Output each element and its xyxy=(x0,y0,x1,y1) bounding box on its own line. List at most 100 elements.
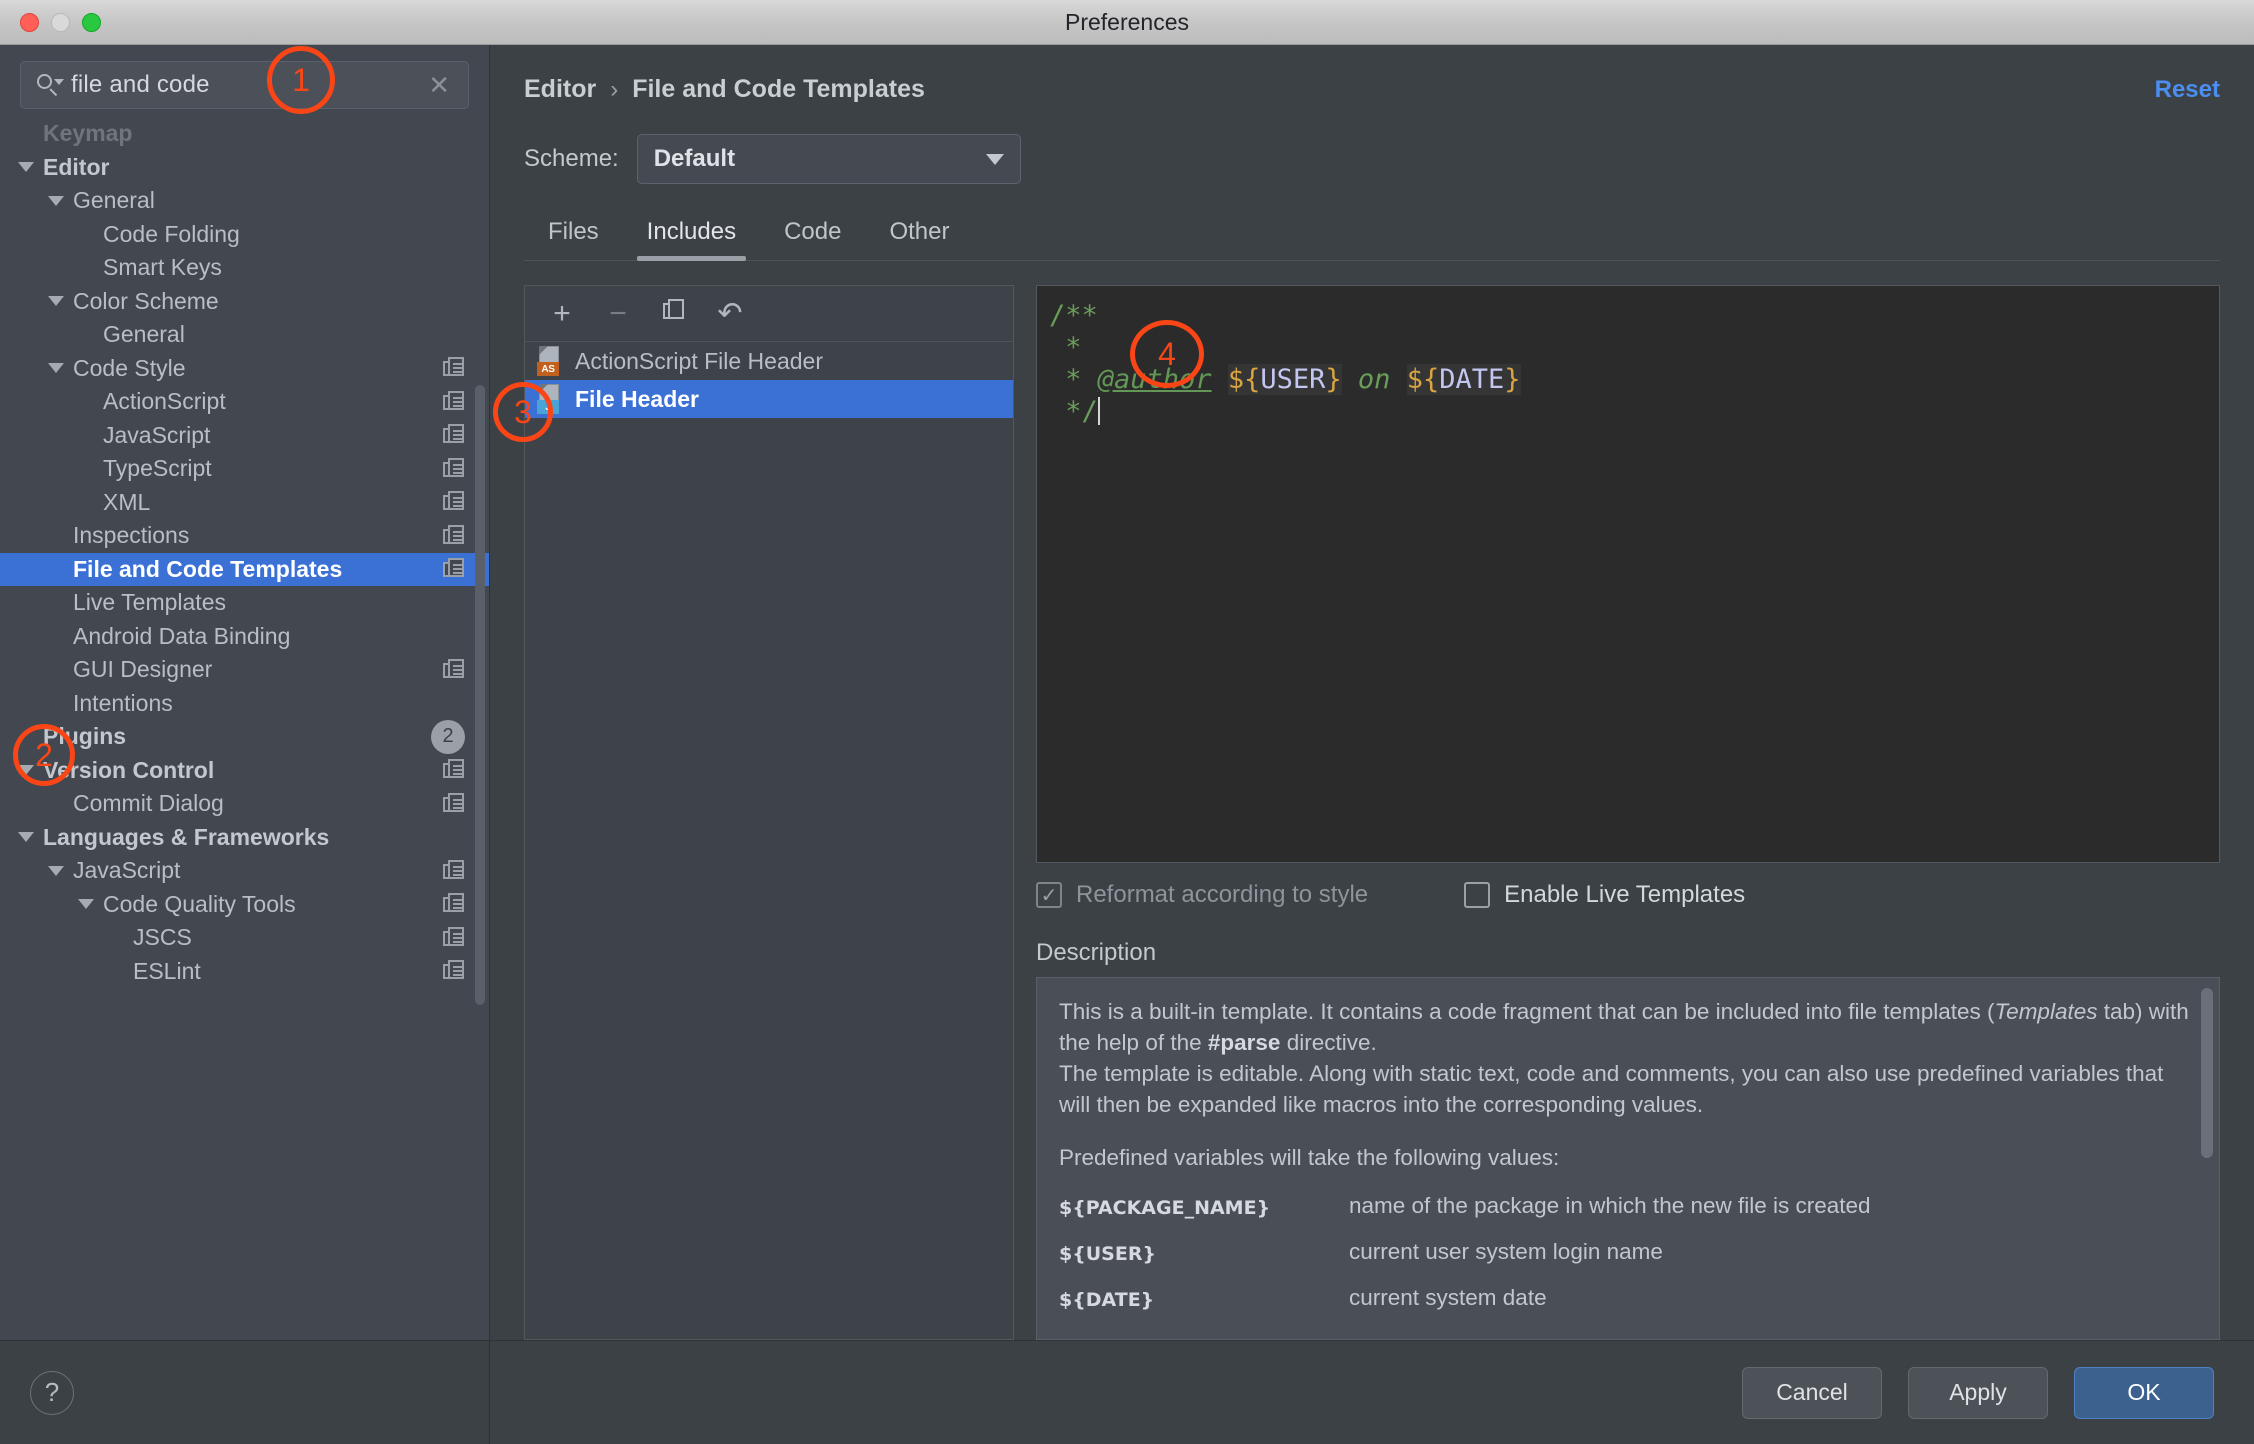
copy-icon[interactable] xyxy=(443,759,465,781)
list-item[interactable]: J File Header xyxy=(525,380,1013,418)
sidebar-item-commit-dialog[interactable]: Commit Dialog xyxy=(0,787,489,821)
sidebar-item-keymap[interactable]: Keymap xyxy=(0,117,489,151)
variable-name: ${DATE} xyxy=(1059,1289,1155,1311)
help-icon[interactable]: ? xyxy=(30,1370,74,1415)
sidebar-item-code-style[interactable]: Code Style xyxy=(0,352,489,386)
sidebar-item-label: Plugins xyxy=(43,723,127,750)
copy-icon[interactable] xyxy=(443,424,465,446)
sidebar-item-intentions[interactable]: Intentions xyxy=(0,687,489,721)
revert-template-button[interactable]: ↶ xyxy=(715,298,745,329)
sidebar-item-android-data-binding[interactable]: Android Data Binding xyxy=(0,620,489,654)
sidebar-item-label: Intentions xyxy=(73,689,173,716)
sidebar-item-file-and-code-templates[interactable]: File and Code Templates xyxy=(0,552,489,586)
sidebar-item-general[interactable]: General xyxy=(0,184,489,218)
code-on-keyword: on xyxy=(1341,364,1407,395)
copy-icon[interactable] xyxy=(443,926,465,949)
chevron-down-icon[interactable] xyxy=(48,296,64,307)
sidebar-item-javascript[interactable]: JavaScript xyxy=(0,419,489,453)
tab-includes[interactable]: Includes xyxy=(623,218,760,261)
sidebar-item-inspections[interactable]: Inspections xyxy=(0,519,489,553)
copy-icon[interactable] xyxy=(443,390,465,413)
breadcrumb-item-editor[interactable]: Editor xyxy=(524,75,596,104)
content-header: Editor › File and Code Templates Reset S… xyxy=(490,45,2254,261)
chevron-down-icon[interactable] xyxy=(48,865,64,876)
add-template-button[interactable]: + xyxy=(547,298,577,329)
tab-code[interactable]: Code xyxy=(760,218,865,260)
variable-row: ${PACKAGE_NAME} name of the package in wh… xyxy=(1059,1193,2197,1219)
description-box: This is a built-in template. It contains… xyxy=(1036,977,2220,1340)
desc-p1-em: Templates xyxy=(1994,999,2098,1024)
live-templates-checkbox-item[interactable]: Enable Live Templates xyxy=(1464,881,1745,909)
tab-other[interactable]: Other xyxy=(865,218,973,260)
sidebar-scrollbar[interactable] xyxy=(475,385,485,1005)
sidebar-item-color-scheme[interactable]: Color Scheme xyxy=(0,285,489,319)
code-line-3-prefix: * xyxy=(1049,364,1098,395)
copy-icon[interactable] xyxy=(443,859,465,882)
scheme-dropdown[interactable]: Default xyxy=(636,134,1021,184)
description-scrollbar-thumb[interactable] xyxy=(2201,988,2213,1158)
sidebar-item-version-control[interactable]: Version Control xyxy=(0,754,489,788)
sidebar-item-xml[interactable]: XML xyxy=(0,486,489,520)
reformat-checkbox-item[interactable]: ✓ Reformat according to style xyxy=(1036,881,1368,909)
copy-icon[interactable] xyxy=(443,658,465,681)
reformat-checkbox-label: Reformat according to style xyxy=(1076,881,1369,908)
copy-template-button[interactable] xyxy=(659,298,689,329)
sidebar-item-code-quality-tools[interactable]: Code Quality Tools xyxy=(0,888,489,922)
sidebar-item-label: Inspections xyxy=(73,522,190,549)
reformat-checkbox[interactable]: ✓ xyxy=(1036,882,1062,908)
sidebar-item-adornment xyxy=(443,792,465,815)
list-item[interactable]: AS ActionScript File Header xyxy=(525,342,1013,380)
sidebar-scrollbar-thumb[interactable] xyxy=(475,385,485,1005)
sidebar-item-javascript[interactable]: JavaScript xyxy=(0,854,489,888)
chevron-down-icon[interactable] xyxy=(48,195,64,206)
copy-icon[interactable] xyxy=(443,893,465,915)
cancel-button[interactable]: Cancel xyxy=(1742,1366,1882,1419)
live-templates-checkbox[interactable] xyxy=(1464,882,1491,908)
code-date-var-open: ${ xyxy=(1406,364,1440,395)
sidebar-item-plugins[interactable]: Plugins 2 xyxy=(0,719,489,754)
sidebar-item-smart-keys[interactable]: Smart Keys xyxy=(0,251,489,285)
copy-icon[interactable] xyxy=(443,558,465,580)
sidebar-item-label: Keymap xyxy=(43,120,133,147)
sidebar-item-live-templates[interactable]: Live Templates xyxy=(0,586,489,620)
copy-icon[interactable] xyxy=(443,357,465,379)
remove-template-button[interactable]: − xyxy=(603,298,633,329)
code-editor[interactable]: /** * * @author ${USER} on ${DATE} */ xyxy=(1036,285,2220,863)
copy-icon[interactable] xyxy=(443,792,465,815)
sidebar-item-code-folding[interactable]: Code Folding xyxy=(0,218,489,252)
sidebar-item-jscs[interactable]: JSCS xyxy=(0,921,489,955)
chevron-down-icon[interactable] xyxy=(78,899,94,910)
clear-search-icon[interactable]: ✕ xyxy=(424,72,454,98)
chevron-down-icon[interactable] xyxy=(48,363,64,374)
chevron-down-icon[interactable] xyxy=(18,765,34,776)
sidebar-item-eslint[interactable]: ESLint xyxy=(0,955,489,989)
sidebar-item-typescript[interactable]: TypeScript xyxy=(0,452,489,486)
search-area: file and code ✕ xyxy=(0,45,489,115)
description-title: Description xyxy=(1036,939,1157,966)
chevron-down-icon[interactable] xyxy=(18,162,34,173)
sidebar-item-adornment xyxy=(443,558,465,580)
sidebar-item-adornment xyxy=(443,390,465,413)
search-box[interactable]: file and code ✕ xyxy=(20,61,469,109)
apply-button[interactable]: Apply xyxy=(1908,1366,2048,1419)
sidebar-item-adornment xyxy=(443,926,465,949)
list-item-label: File Header xyxy=(575,385,699,412)
predefined-variables-table: ${PACKAGE_NAME} name of the package in wh… xyxy=(1059,1193,2197,1311)
sidebar-item-label: Code Folding xyxy=(103,220,240,247)
copy-icon[interactable] xyxy=(443,524,465,547)
reset-link[interactable]: Reset xyxy=(2155,76,2220,104)
search-input[interactable]: file and code xyxy=(71,71,414,99)
copy-icon[interactable] xyxy=(443,491,465,513)
ok-button[interactable]: OK xyxy=(2074,1366,2214,1419)
copy-icon[interactable] xyxy=(443,960,465,982)
copy-icon[interactable] xyxy=(443,457,465,480)
sidebar-item-gui-designer[interactable]: GUI Designer xyxy=(0,653,489,687)
tab-files[interactable]: Files xyxy=(524,218,623,260)
chevron-down-icon[interactable] xyxy=(18,832,34,843)
sidebar-item-editor[interactable]: Editor xyxy=(0,151,489,185)
desc-p1-c: directive. xyxy=(1280,1030,1377,1055)
sidebar-item-general[interactable]: General xyxy=(0,318,489,352)
sidebar-item-languages-frameworks[interactable]: Languages & Frameworks xyxy=(0,821,489,855)
sidebar-item-actionscript[interactable]: ActionScript xyxy=(0,385,489,419)
sidebar-item-label: ActionScript xyxy=(103,388,226,415)
